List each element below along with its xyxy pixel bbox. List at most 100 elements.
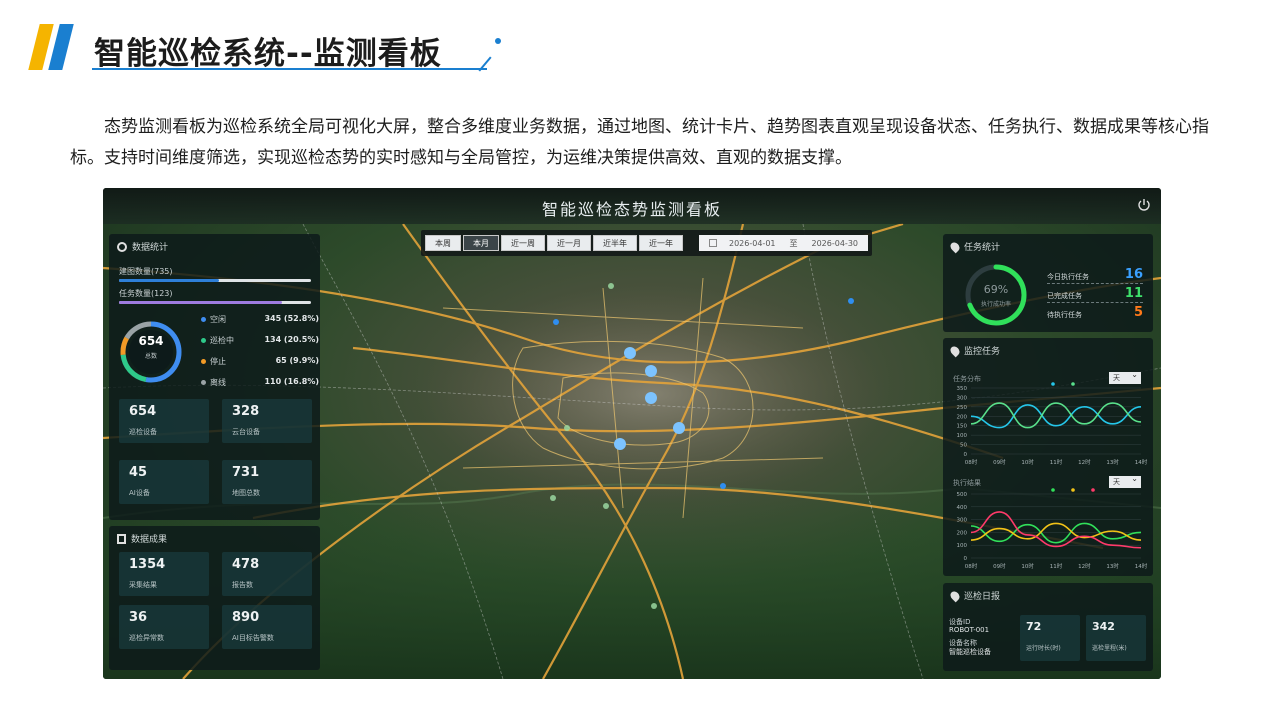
panel-title: 巡检日报 bbox=[948, 589, 1001, 602]
tab-this-month[interactable]: 本月 bbox=[463, 235, 499, 251]
stat-number: 478 bbox=[232, 557, 260, 572]
legend-marker-1 bbox=[1071, 382, 1075, 386]
stat-card-ai-alerts: 890 AI目标告警数 bbox=[222, 605, 312, 649]
legend-name: 停止 bbox=[210, 357, 226, 366]
stat-number: 328 bbox=[232, 404, 260, 419]
task-count-progress bbox=[119, 301, 311, 304]
legend-marker-2 bbox=[1091, 488, 1095, 492]
date-range-picker[interactable]: 2026-04-01 至 2026-04-30 bbox=[699, 235, 868, 251]
y-tick-label: 500 bbox=[957, 492, 968, 498]
legend-value: 65 (9.9%) bbox=[275, 356, 319, 365]
tab-last-year[interactable]: 近一年 bbox=[639, 235, 683, 251]
data-results-panel: 数据成果 1354 采集结果 478 报告数 36 巡检异常数 890 AI目标… bbox=[109, 526, 320, 670]
y-tick-label: 100 bbox=[957, 543, 968, 549]
x-tick-label: 10时 bbox=[1021, 458, 1034, 466]
date-separator: 至 bbox=[789, 238, 798, 248]
device-stats-panel: 数据统计 建图数量(735) 任务数量(123) 654 总数 空闲 345 (… bbox=[109, 234, 320, 520]
task-row-label: 已完成任务 bbox=[1047, 292, 1082, 300]
gauge-percent: 69% bbox=[983, 283, 1009, 296]
stat-card-ai-devices: 45 AI设备 bbox=[119, 460, 209, 504]
task-count-progress-fill bbox=[119, 301, 283, 304]
date-end: 2026-04-30 bbox=[811, 238, 859, 248]
inspection-log-panel: 巡检日报 设备ID ROBOT-001 设备名称 智能巡检设备 72 运行时长(… bbox=[943, 583, 1153, 671]
data-results-title: 数据成果 bbox=[131, 535, 168, 545]
tab-last-month[interactable]: 近一月 bbox=[547, 235, 591, 251]
device-id-value: ROBOT-001 bbox=[949, 626, 990, 634]
slide: { "slide": { "title": "智能巡检系统--监测看板", "d… bbox=[0, 0, 1280, 720]
power-icon[interactable] bbox=[1137, 198, 1151, 212]
y-tick-label: 350 bbox=[957, 386, 968, 392]
device-name-value: 智能巡检设备 bbox=[949, 648, 991, 656]
date-start: 2026-04-01 bbox=[729, 238, 776, 248]
map-count-progress-fill bbox=[119, 279, 219, 282]
panel-title: 任务统计 bbox=[948, 240, 1001, 253]
stat-label: 巡检设备 bbox=[129, 428, 157, 436]
x-tick-label: 11时 bbox=[1050, 562, 1063, 570]
clipboard-icon bbox=[117, 533, 126, 544]
y-tick-label: 300 bbox=[957, 395, 968, 401]
tab-this-week[interactable]: 本周 bbox=[425, 235, 461, 251]
stat-label: 地图总数 bbox=[232, 489, 260, 497]
y-tick-label: 0 bbox=[964, 452, 968, 458]
legend-dot bbox=[201, 380, 206, 385]
x-tick-label: 11时 bbox=[1050, 458, 1063, 466]
device-stats-title: 数据统计 bbox=[132, 243, 169, 253]
stat-label: AI目标告警数 bbox=[232, 634, 274, 642]
y-tick-label: 200 bbox=[957, 414, 968, 420]
execution-result-chart: 500 400 300 200 100 008时 09时 10时 11时 12时 13时 14时 bbox=[957, 488, 1148, 570]
legend-value: 134 (20.5%) bbox=[264, 335, 319, 344]
stat-label: 巡检里程(米) bbox=[1092, 645, 1127, 652]
tab-last-half-year[interactable]: 近半年 bbox=[593, 235, 637, 251]
task-row-pending: 待执行任务 5 bbox=[1047, 305, 1143, 322]
map-count-label: 建图数量(735) bbox=[119, 267, 173, 276]
task-row-label: 待执行任务 bbox=[1047, 311, 1082, 319]
legend-inspecting: 巡检中 134 (20.5%) bbox=[201, 334, 319, 348]
stat-card-runtime: 72 运行时长(时) bbox=[1020, 615, 1080, 661]
stat-label: 报告数 bbox=[232, 581, 253, 589]
chart2-period-select[interactable]: 天 bbox=[1109, 473, 1141, 488]
x-tick-label: 14时 bbox=[1135, 458, 1148, 466]
task-row-number: 11 bbox=[1124, 286, 1143, 301]
y-tick-label: 100 bbox=[957, 433, 968, 439]
stat-number: 890 bbox=[232, 610, 260, 625]
legend-marker-0 bbox=[1051, 488, 1055, 492]
legend-stopped: 停止 65 (9.9%) bbox=[201, 355, 319, 369]
stat-number: 1354 bbox=[129, 557, 166, 572]
stat-label: 云台设备 bbox=[232, 428, 260, 436]
slide-title: 智能巡检系统--监测看板 bbox=[94, 36, 442, 72]
stat-number: 45 bbox=[129, 465, 148, 480]
y-tick-label: 0 bbox=[964, 556, 968, 562]
stat-number: 654 bbox=[129, 404, 157, 419]
location-pin-icon bbox=[948, 589, 962, 602]
slide-header: 智能巡检系统--监测看板 bbox=[28, 22, 501, 72]
location-pin-icon bbox=[948, 344, 962, 357]
accent-bar-blue bbox=[48, 24, 74, 70]
y-tick-label: 250 bbox=[957, 405, 968, 411]
monitor-tasks-panel: 监控任务 任务分布 天 35030025020015010050008时09时1… bbox=[943, 338, 1153, 576]
x-tick-label: 13时 bbox=[1106, 458, 1119, 466]
stat-card-ptz-devices: 328 云台设备 bbox=[222, 399, 312, 443]
task-stats-title: 任务统计 bbox=[964, 243, 1001, 253]
map-count-progress bbox=[119, 279, 311, 282]
legend-dot bbox=[201, 317, 206, 322]
task-stats-panel: 任务统计 69% 执行成功率 今日执行任务 16 已完成任务 11 待执行任务 … bbox=[943, 234, 1153, 332]
y-tick-label: 150 bbox=[957, 424, 968, 430]
tab-last-week[interactable]: 近一周 bbox=[501, 235, 545, 251]
chart2-title: 执行结果 bbox=[953, 479, 981, 487]
task-row-completed: 已完成任务 11 bbox=[1047, 286, 1143, 303]
dashboard-title: 智能巡检态势监测看板 bbox=[541, 200, 722, 219]
panel-title: 数据统计 bbox=[117, 240, 168, 253]
y-tick-label: 400 bbox=[957, 505, 968, 511]
stat-number: 342 bbox=[1092, 620, 1115, 633]
stat-card-mileage: 342 巡检里程(米) bbox=[1086, 615, 1146, 661]
slide-description: 态势监测看板为巡检系统全局可视化大屏，整合多维度业务数据，通过地图、统计卡片、趋… bbox=[70, 117, 1209, 168]
x-tick-label: 12时 bbox=[1078, 458, 1091, 466]
gauge-label: 执行成功率 bbox=[980, 301, 1011, 308]
x-tick-label: 08时 bbox=[965, 562, 978, 570]
stat-card-map-total: 731 地图总数 bbox=[222, 460, 312, 504]
stat-card-reports: 478 报告数 bbox=[222, 552, 312, 596]
title-underline bbox=[92, 68, 487, 70]
legend-dot bbox=[201, 359, 206, 364]
inspection-log-title: 巡检日报 bbox=[964, 592, 1001, 602]
title-dot bbox=[495, 38, 501, 44]
